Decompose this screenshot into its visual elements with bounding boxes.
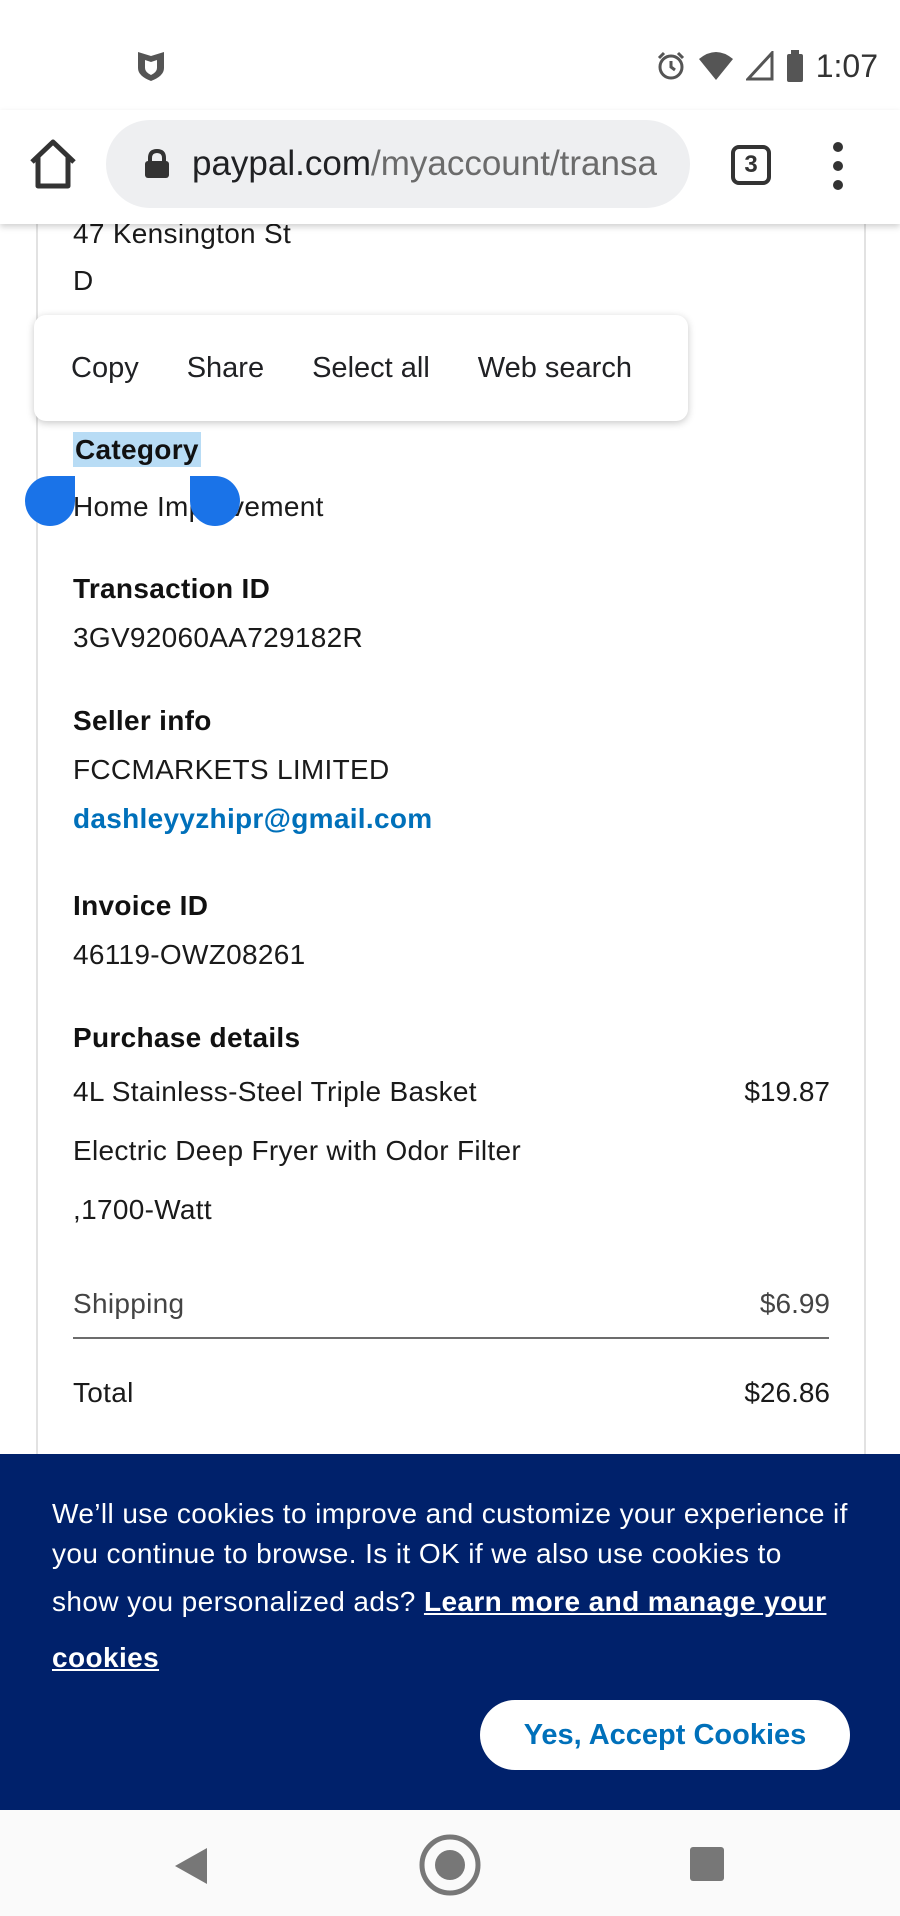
alarm-icon — [657, 51, 684, 80]
url-path: /myaccount/transa — [370, 144, 657, 183]
status-bar: 1:07 — [0, 0, 900, 110]
selected-text: Category — [73, 432, 201, 467]
transaction-id-value: 3GV92060AA729182R — [73, 622, 363, 653]
home-icon[interactable] — [28, 136, 78, 192]
browser-toolbar: paypal.com/myaccount/transa 3 — [0, 110, 900, 224]
home-circle-icon[interactable] — [419, 1834, 481, 1896]
invoice-id-value: 46119-OWZ08261 — [73, 939, 306, 970]
copy-menu-item[interactable]: Copy — [71, 352, 139, 385]
share-menu-item[interactable]: Share — [187, 352, 264, 385]
invoice-id-label: Invoice ID — [73, 890, 209, 921]
cookie-message: We’ll use cookies to improve and customi… — [52, 1494, 852, 1686]
signal-icon — [745, 51, 774, 81]
select-all-menu-item[interactable]: Select all — [312, 352, 430, 385]
item-amount: $19.87 — [744, 1076, 830, 1107]
shipping-amount: $6.99 — [759, 1288, 830, 1319]
item-line-1: 4L Stainless-Steel Triple Basket — [73, 1076, 477, 1107]
menu-icon[interactable] — [826, 142, 850, 190]
cookie-banner: We’ll use cookies to improve and customi… — [0, 1454, 900, 1810]
address-line-1: 47 Kensington St — [73, 224, 292, 249]
web-search-menu-item[interactable]: Web search — [478, 352, 632, 385]
seller-name: FCCMARKETS LIMITED — [73, 754, 390, 785]
tab-switcher-button[interactable]: 3 — [731, 145, 771, 185]
seller-email-link[interactable]: dashleyyzhipr@gmail.com — [73, 803, 432, 835]
selection-handle-end[interactable] — [190, 476, 240, 526]
battery-icon — [786, 50, 803, 82]
item-line-3: ,1700-Watt — [73, 1194, 212, 1225]
url-domain: paypal.com — [192, 144, 371, 183]
lock-icon — [145, 149, 169, 178]
back-icon[interactable] — [173, 1846, 209, 1886]
category-label: Category — [73, 432, 201, 467]
transaction-id-label: Transaction ID — [73, 573, 271, 604]
selection-handle-start[interactable] — [25, 476, 75, 526]
status-time: 1:07 — [815, 47, 878, 84]
url-text[interactable]: paypal.com/myaccount/transa — [192, 144, 657, 184]
total-divider — [73, 1337, 829, 1339]
total-label: Total — [73, 1377, 134, 1408]
recents-icon[interactable] — [690, 1847, 724, 1881]
purchase-details-label: Purchase details — [73, 1022, 301, 1053]
wifi-icon — [698, 52, 733, 80]
address-line-2: D — [73, 265, 94, 296]
seller-info-label: Seller info — [73, 705, 212, 736]
status-icons: 1:07 — [656, 44, 878, 88]
shield-icon — [138, 52, 164, 81]
text-selection-menu: Copy Share Select all Web search — [34, 315, 688, 421]
item-line-2: Electric Deep Fryer with Odor Filter — [73, 1135, 522, 1166]
shipping-label: Shipping — [73, 1288, 185, 1319]
accept-cookies-button[interactable]: Yes, Accept Cookies — [480, 1700, 850, 1770]
system-nav-bar — [0, 1810, 900, 1916]
total-amount: $26.86 — [744, 1377, 830, 1408]
url-bar[interactable]: paypal.com/myaccount/transa — [106, 120, 690, 208]
